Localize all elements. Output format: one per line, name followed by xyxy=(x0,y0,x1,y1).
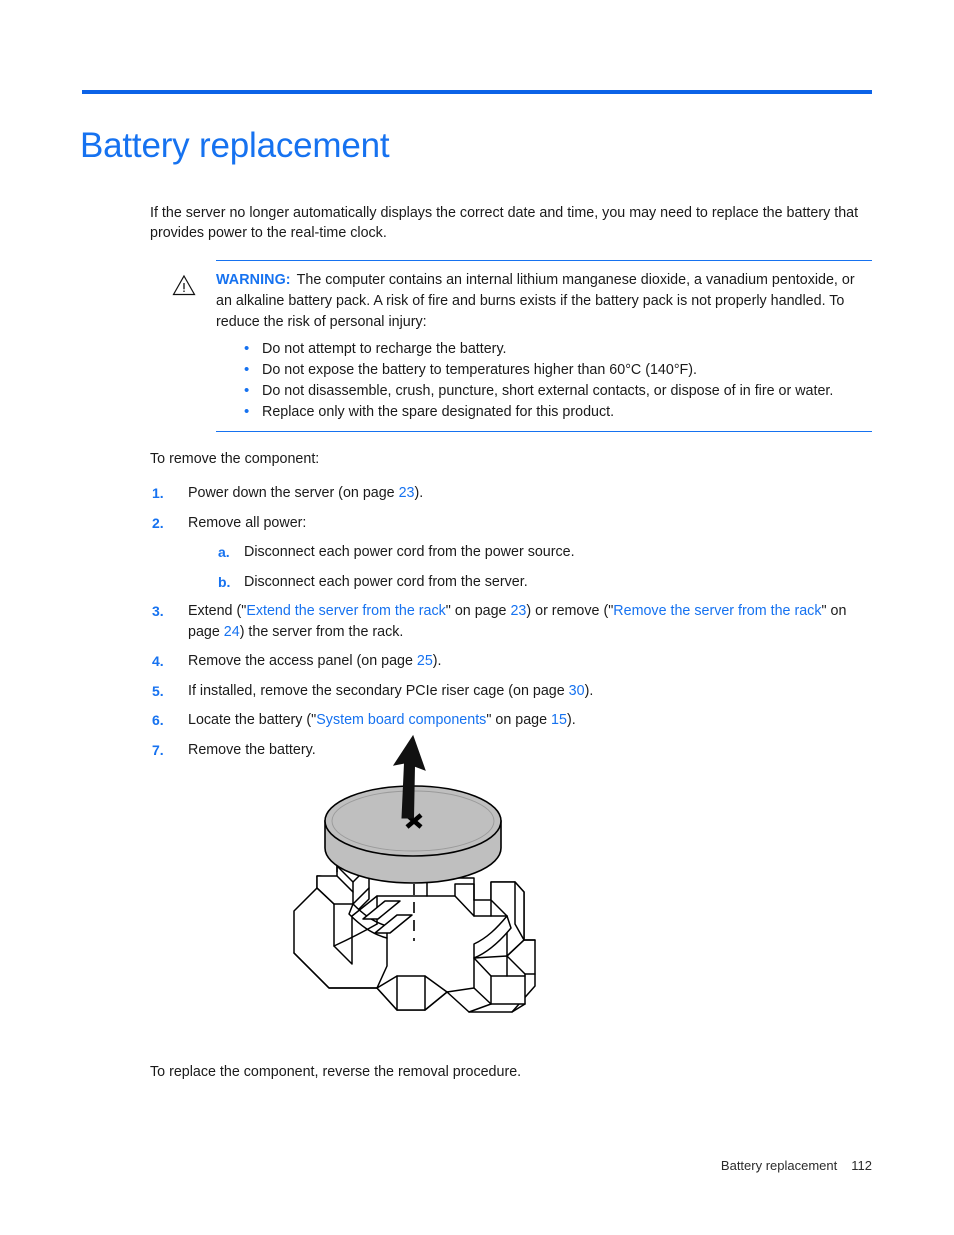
step-number: 1. xyxy=(152,485,164,502)
warning-admonition: WARNING: The computer contains an interna… xyxy=(150,260,872,432)
warning-bullet-item: Replace only with the spare designated f… xyxy=(244,401,872,423)
step-5: 5. If installed, remove the secondary PCI… xyxy=(150,681,872,702)
step-text: ) or remove (" xyxy=(526,603,614,620)
step-text: Remove the access panel (on page xyxy=(188,653,417,670)
step-4: 4. Remove the access panel (on page 25). xyxy=(150,651,872,672)
step-2: 2. Remove all power: a. Disconnect each po… xyxy=(150,513,872,593)
substep-letter: b. xyxy=(218,573,231,590)
intro-paragraph: If the server no longer automatically di… xyxy=(150,205,859,241)
warning-triangle-icon xyxy=(172,274,196,296)
step-text: If installed, remove the secondary PCIe … xyxy=(188,682,569,699)
step-number: 4. xyxy=(152,653,164,670)
warning-bullet-item: Do not attempt to recharge the battery. xyxy=(244,338,872,360)
step-text: Remove all power: xyxy=(188,514,307,531)
page-reference-link[interactable]: 24 xyxy=(224,624,240,640)
substep-text: Disconnect each power cord from the powe… xyxy=(244,544,575,561)
substep-letter: a. xyxy=(218,544,230,561)
step-text: Extend (" xyxy=(188,603,247,620)
battery-removal-illustration xyxy=(277,726,567,1036)
step-text: ). xyxy=(566,712,576,729)
warning-body: WARNING: The computer contains an interna… xyxy=(216,260,872,432)
step-text-tail: ). xyxy=(584,682,594,699)
page-reference-link[interactable]: 23 xyxy=(399,485,415,501)
page-title: Battery replacement xyxy=(80,126,390,166)
closing-paragraph: To replace the component, reverse the re… xyxy=(150,1064,522,1080)
step-number: 5. xyxy=(152,682,164,699)
step-text: Power down the server (on page xyxy=(188,485,399,502)
warning-bullet-item: Do not expose the battery to temperature… xyxy=(244,359,872,381)
page-footer: Battery replacement 112 xyxy=(721,1158,872,1173)
step-text-tail: ). xyxy=(414,485,424,502)
substep-b: b. Disconnect each power cord from the se… xyxy=(218,572,872,593)
cross-reference-link-remove-server[interactable]: Remove the server from the rack xyxy=(613,603,821,619)
page-reference-link[interactable]: 25 xyxy=(417,653,433,669)
footer-chapter-title: Battery replacement xyxy=(720,1158,838,1173)
step-number: 7. xyxy=(152,741,164,758)
warning-text: The computer contains an internal lithiu… xyxy=(216,272,855,330)
warning-label: WARNING: xyxy=(216,272,291,288)
warning-top-rule xyxy=(216,260,872,262)
substep-text: Disconnect each power cord from the serv… xyxy=(244,573,528,590)
step-text: " on page xyxy=(445,603,511,620)
document-page: Battery replacement If the server no lon… xyxy=(0,0,954,1235)
step-3: 3. Extend ("Extend the server from the ra… xyxy=(150,601,872,642)
step-number: 6. xyxy=(152,712,164,729)
page-reference-link[interactable]: 30 xyxy=(569,683,585,699)
substep-list: a. Disconnect each power cord from the po… xyxy=(188,542,872,592)
page-reference-link[interactable]: 23 xyxy=(510,603,526,619)
step-text: ) the server from the rack. xyxy=(239,623,404,640)
step-number: 3. xyxy=(152,603,164,620)
title-rule xyxy=(82,90,872,94)
procedure-lead-in: To remove the component: xyxy=(150,451,320,467)
warning-bullet-list: Do not attempt to recharge the battery. … xyxy=(216,338,872,423)
step-number: 2. xyxy=(152,514,164,531)
step-1: 1. Power down the server (on page 23). xyxy=(150,483,872,504)
warning-bottom-rule xyxy=(216,430,872,432)
cross-reference-link-extend-server[interactable]: Extend the server from the rack xyxy=(246,603,445,619)
footer-page-number: 112 xyxy=(851,1158,872,1173)
procedure-step-list: 1. Power down the server (on page 23). 2.… xyxy=(150,483,872,760)
body-column: If the server no longer automatically di… xyxy=(150,203,872,769)
step-text-tail: ). xyxy=(432,653,442,670)
substep-a: a. Disconnect each power cord from the po… xyxy=(218,542,872,563)
warning-bullet-item: Do not disassemble, crush, puncture, sho… xyxy=(244,380,872,402)
